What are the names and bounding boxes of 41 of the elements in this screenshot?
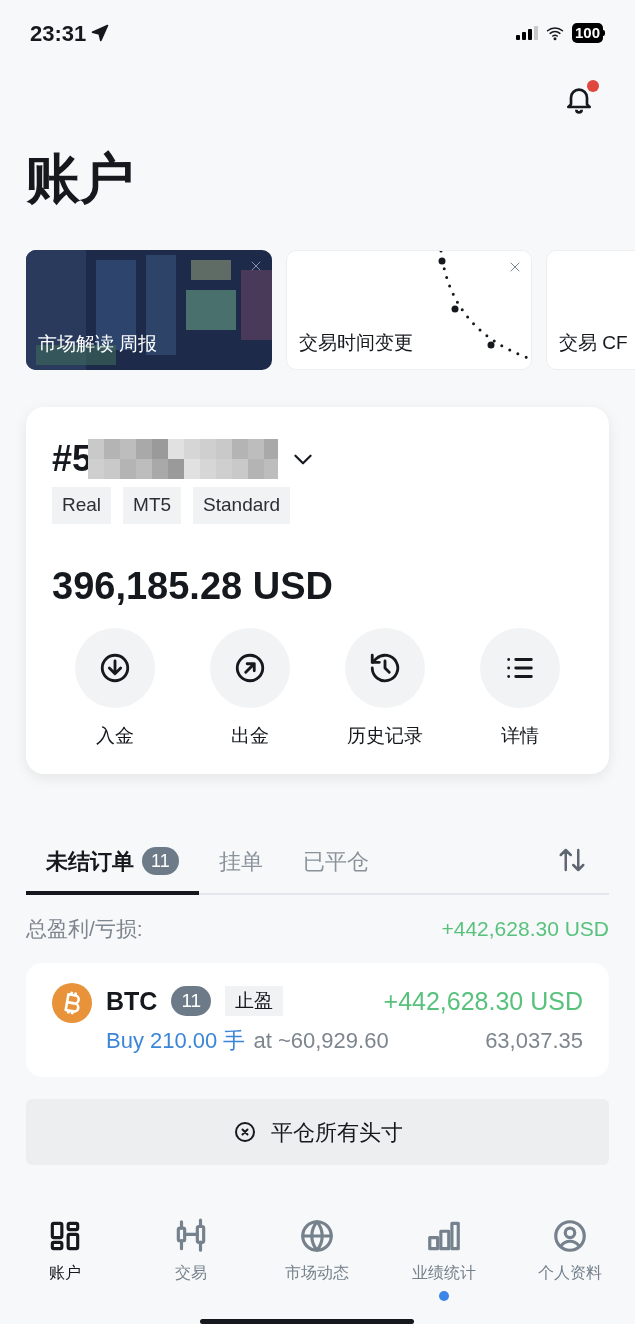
position-volume: Buy 210.00 手 — [106, 1027, 246, 1055]
signal-icon — [515, 26, 538, 40]
count-badge: 11 — [171, 986, 212, 1017]
action-button[interactable]: 详情 — [452, 627, 587, 750]
close-all-button[interactable]: 平仓所有头寸 — [26, 1099, 609, 1165]
nav-tab[interactable]: 市场动态 — [254, 1217, 381, 1301]
close-icon[interactable] — [509, 261, 521, 273]
status-time: 23:31 — [30, 19, 87, 48]
total-pnl-value: +442,628.30 USD — [441, 916, 609, 942]
banner-title: 交易 CF — [558, 330, 629, 355]
close-circle-icon — [232, 1120, 257, 1144]
nav-tab[interactable]: 个人资料 — [506, 1217, 633, 1301]
total-pnl-label: 总盈利/亏损: — [26, 916, 143, 942]
account-tag: Standard — [193, 487, 291, 524]
tab[interactable]: 未结订单 11 — [26, 829, 199, 895]
coin-icon — [52, 982, 92, 1023]
banner-title: 交易时间变更 — [298, 330, 414, 355]
nav-tab[interactable]: 账户 — [2, 1217, 129, 1301]
action-button[interactable]: 历史记录 — [317, 627, 453, 750]
battery-level: 100 — [571, 23, 603, 43]
account-tag: MT5 — [123, 487, 182, 524]
account-balance: 396,185.28 USD — [52, 563, 334, 608]
banner-card[interactable]: 市场解读 周报 — [26, 250, 272, 370]
action-button[interactable]: 出金 — [182, 627, 318, 750]
current-price: 63,037.35 — [485, 1027, 583, 1055]
nav-tab[interactable]: 交易 — [128, 1217, 255, 1301]
page-title: 账户 — [25, 147, 135, 210]
banner-card[interactable]: 交易时间变更 — [286, 250, 532, 370]
order-tag: 止盈 — [225, 986, 284, 1017]
position-card[interactable]: BTC 11 止盈 +442,628.30 USD Buy 210.00 手 at ~60,929.60 63,037.35 — [26, 962, 609, 1077]
count-badge: 11 — [142, 847, 179, 875]
banner-card[interactable]: 交易 CF — [546, 250, 635, 370]
location-arrow-icon — [90, 23, 111, 43]
position-symbol: BTC — [106, 985, 158, 1017]
action-button[interactable]: 入金 — [48, 627, 183, 750]
account-tag: Real — [52, 487, 112, 524]
open-price: at ~60,929.60 — [253, 1027, 389, 1055]
close-icon[interactable] — [250, 260, 262, 272]
position-pnl: +442,628.30 USD — [383, 985, 583, 1017]
banner-title: 市场解读 周报 — [37, 331, 159, 356]
nav-tab[interactable]: 业绩统计 — [380, 1217, 507, 1301]
